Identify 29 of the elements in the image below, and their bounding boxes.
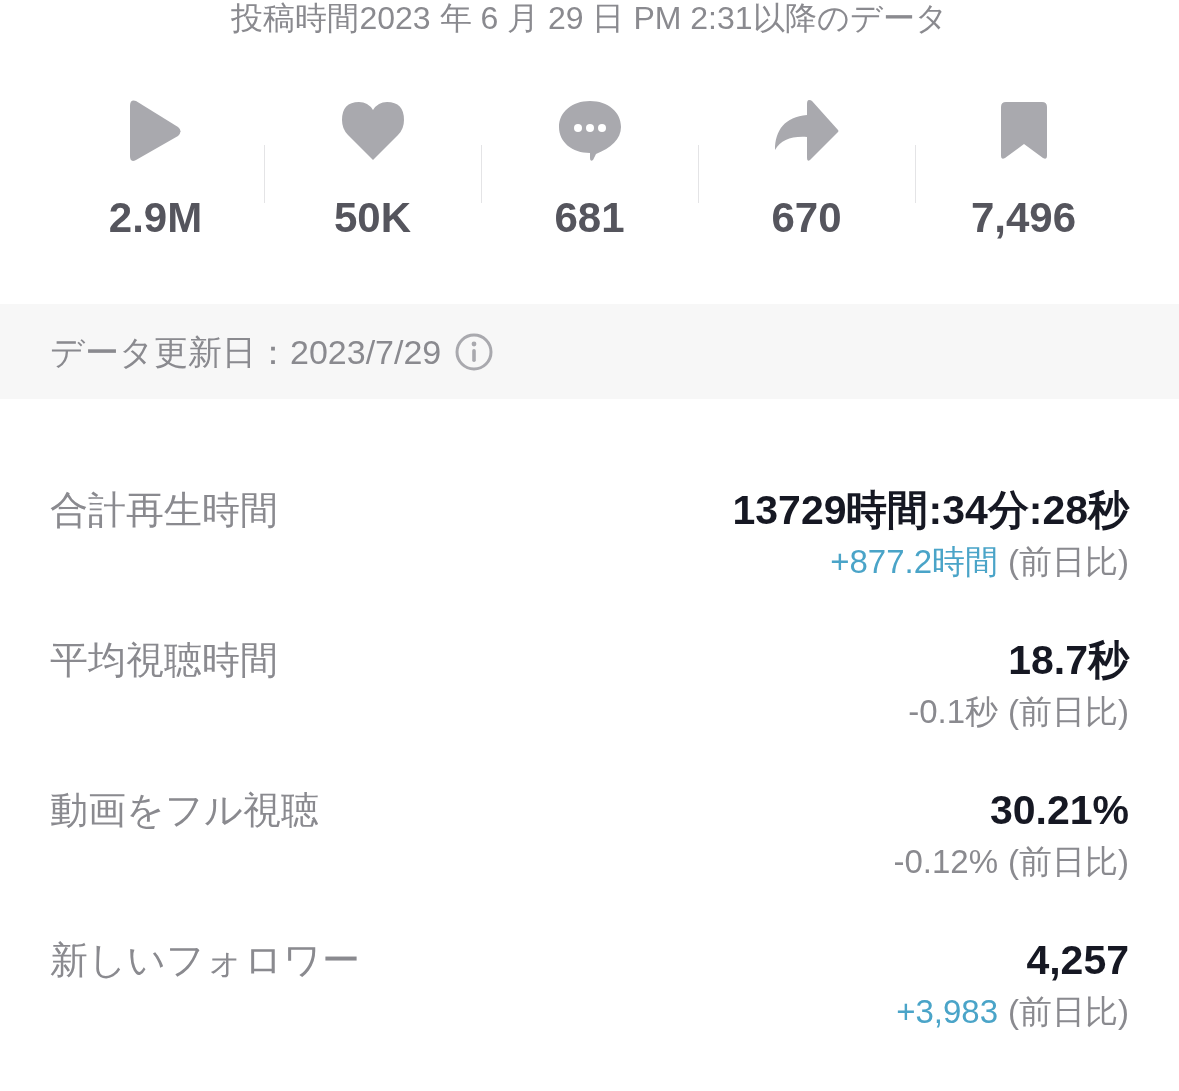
comparison-note: (前日比) — [1008, 542, 1129, 582]
metric-label: 動画をフル視聴 — [50, 788, 319, 833]
stat-count: 670 — [771, 194, 842, 242]
stat-count: 7,496 — [970, 194, 1077, 242]
metric-label: 合計再生時間 — [50, 488, 278, 533]
share-arrow-icon — [774, 100, 839, 162]
metric-label: 新しいフォロワー — [50, 938, 360, 983]
stat-count: 50K — [333, 194, 412, 242]
info-icon[interactable] — [455, 332, 494, 371]
comparison-note: (前日比) — [1008, 842, 1129, 882]
metric-value: 30.21% — [989, 786, 1129, 835]
stat-count: 681 — [554, 194, 625, 242]
play-icon — [129, 100, 182, 162]
comparison-note: (前日比) — [1008, 692, 1129, 732]
heart-icon — [341, 102, 404, 160]
comparison-note: (前日比) — [1008, 992, 1129, 1032]
speech-bubble-icon — [558, 101, 621, 161]
metric-value: 4,257 — [1026, 936, 1129, 985]
post-time-caption: 投稿時間2023 年 6 月 29 日 PM 2:31以降のデータ — [231, 0, 948, 38]
change-value: -0.12% — [893, 842, 998, 882]
change-value: +3,983 — [896, 992, 998, 1032]
change-value: -0.1秒 — [908, 692, 998, 732]
bookmark-icon — [1000, 102, 1047, 160]
change-value: +877.2時間 — [830, 542, 998, 582]
metric-value: 13729時間:34分:28秒 — [732, 486, 1129, 535]
update-date-text: データ更新日：2023/7/29 — [50, 331, 442, 372]
metric-value: 18.7秒 — [1008, 636, 1129, 685]
stat-count: 2.9M — [108, 194, 203, 242]
metric-label: 平均視聴時間 — [50, 638, 278, 683]
